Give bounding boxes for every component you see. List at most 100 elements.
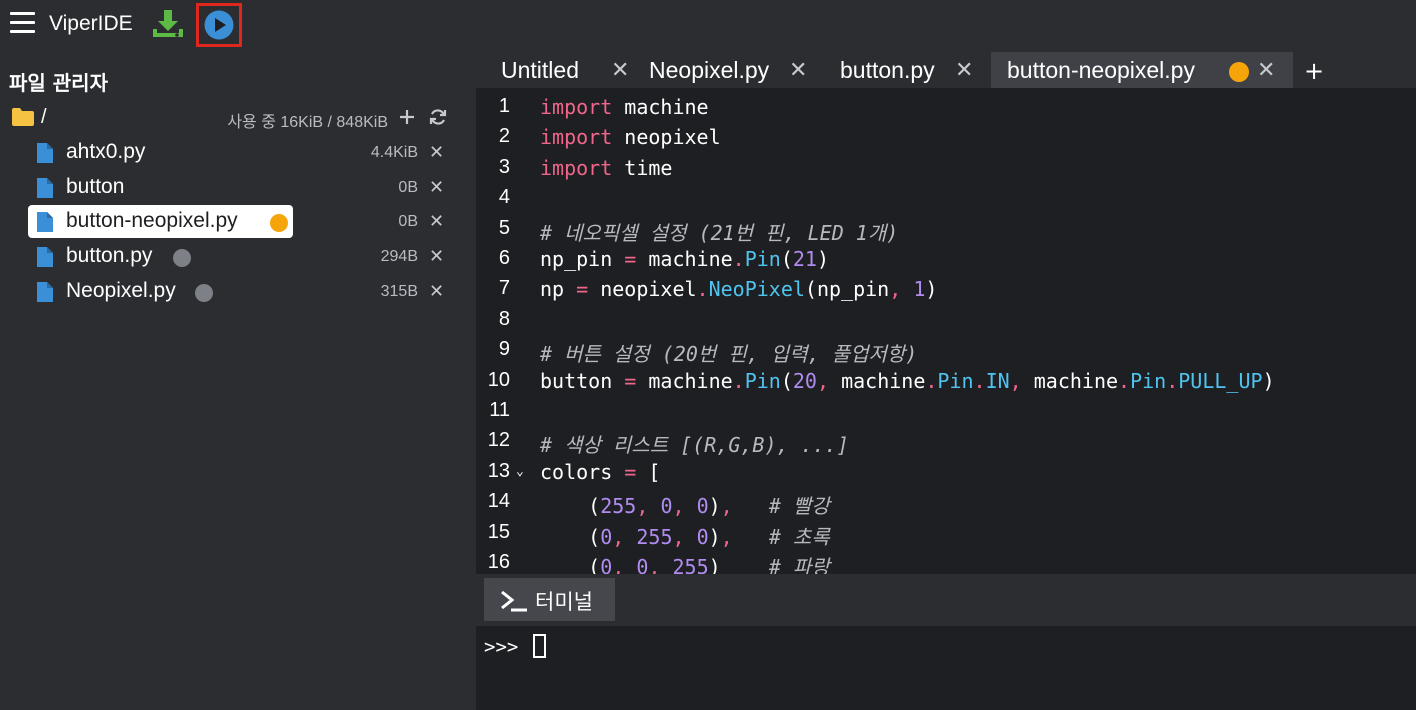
line-number: 2: [498, 125, 510, 148]
terminal-label: 터미널: [535, 590, 593, 614]
tab-close-icon[interactable]: ✕: [611, 57, 629, 83]
code-line: 8: [476, 308, 1416, 338]
line-number: 14: [487, 490, 510, 513]
file-row-neopixel-py[interactable]: Neopixel.py 315B ✕: [0, 275, 476, 308]
terminal-console[interactable]: >>>: [476, 626, 1416, 710]
file-row-ahtx0[interactable]: ahtx0.py 4.4KiB ✕: [0, 136, 476, 169]
code-line: 10 button = machine.Pin(20, machine.Pin.I…: [476, 369, 1416, 399]
delete-file-icon[interactable]: ✕: [429, 177, 444, 198]
line-number: 8: [498, 307, 510, 330]
code-line: 13 ⌄ colors = [: [476, 460, 1416, 490]
code-text: colors = [: [540, 459, 661, 484]
code-line: 16 (0, 0, 255) # 파랑: [476, 551, 1416, 574]
hamburger-menu-icon[interactable]: [10, 12, 35, 34]
modified-dot-icon: [1229, 62, 1249, 82]
add-file-icon[interactable]: [397, 107, 417, 127]
file-name: button: [66, 175, 125, 198]
file-size: 0B: [398, 213, 418, 230]
line-number: 4: [498, 186, 510, 209]
folder-icon: [11, 107, 35, 131]
code-line: 1 import machine: [476, 95, 1416, 125]
terminal-header: 터미널: [476, 574, 1416, 626]
code-line: 3 import time: [476, 156, 1416, 186]
code-text: np = neopixel.NeoPixel(np_pin, 1): [540, 277, 938, 302]
tab-close-icon[interactable]: ✕: [1257, 57, 1275, 83]
line-number: 5: [498, 216, 510, 239]
refresh-icon[interactable]: [428, 107, 448, 127]
code-text: import machine: [540, 95, 709, 119]
file-icon: [37, 178, 53, 198]
tab-neopixel-py[interactable]: Neopixel.py ✕: [638, 52, 818, 88]
file-size: 4.4KiB: [370, 144, 418, 161]
terminal-prompt: >>>: [484, 636, 519, 658]
fold-chevron-icon[interactable]: ⌄: [516, 464, 524, 479]
code-text: # 버튼 설정 (20번 핀, 입력, 풀업저항): [540, 342, 918, 367]
tab-button-py[interactable]: button.py ✕: [828, 52, 978, 88]
code-line: 15 (0, 255, 0), # 초록: [476, 521, 1416, 551]
file-row-button-py[interactable]: button.py 294B ✕: [0, 240, 476, 273]
modified-dot-icon: [270, 214, 288, 232]
line-number: 7: [498, 277, 510, 300]
line-number: 9: [498, 338, 510, 361]
root-path-label: /: [41, 106, 47, 128]
line-number: 15: [487, 520, 510, 543]
open-dot-icon: [173, 249, 191, 267]
file-size: 315B: [380, 283, 418, 300]
file-icon: [37, 282, 53, 302]
file-icon: [37, 143, 53, 163]
line-number: 10: [487, 368, 510, 391]
line-number: 13: [487, 459, 510, 482]
file-row-button[interactable]: button 0B ✕: [0, 171, 476, 204]
file-size: 294B: [380, 248, 418, 265]
file-manager-title: 파일 관리자: [9, 71, 108, 95]
code-line: 6 np_pin = machine.Pin(21): [476, 247, 1416, 277]
line-number: 1: [498, 95, 510, 117]
code-line: 4: [476, 186, 1416, 216]
file-size: 0B: [398, 179, 418, 196]
code-line: 2 import neopixel: [476, 125, 1416, 155]
code-line: 11: [476, 399, 1416, 429]
delete-file-icon[interactable]: ✕: [429, 142, 444, 163]
line-number: 16: [487, 551, 510, 573]
file-name: button-neopixel.py: [66, 209, 238, 232]
line-number: 6: [498, 247, 510, 269]
storage-usage: 사용 중 16KiB / 848KiB: [227, 114, 388, 131]
code-text: import time: [540, 155, 673, 180]
file-icon: [37, 247, 53, 267]
tab-label: Neopixel.py: [649, 57, 770, 83]
file-icon: [37, 212, 53, 232]
file-name: Neopixel.py: [66, 279, 176, 302]
code-line: 5 # 네오픽셀 설정 (21번 핀, LED 1개): [476, 217, 1416, 247]
tab-label: button.py: [840, 57, 935, 83]
play-icon[interactable]: [203, 9, 235, 41]
file-name: button.py: [66, 244, 153, 267]
line-number: 12: [487, 429, 510, 452]
open-dot-icon: [195, 284, 213, 302]
file-row-button-neopixel[interactable]: button-neopixel.py 0B ✕: [0, 205, 476, 238]
code-line: 9 # 버튼 설정 (20번 핀, 입력, 풀업저항): [476, 338, 1416, 368]
delete-file-icon[interactable]: ✕: [429, 211, 444, 232]
delete-file-icon[interactable]: ✕: [429, 246, 444, 267]
line-number: 11: [489, 399, 510, 421]
code-line: 12 # 색상 리스트 [(R,G,B), ...]: [476, 429, 1416, 459]
code-text: # 네오픽셀 설정 (21번 핀, LED 1개): [540, 220, 899, 245]
tab-label: button-neopixel.py: [1007, 57, 1195, 83]
code-text: (255, 0, 0), # 빨강: [540, 494, 830, 519]
tab-untitled[interactable]: Untitled ✕: [490, 52, 629, 88]
tab-terminal[interactable]: 터미널: [484, 578, 615, 621]
code-text: np_pin = machine.Pin(21): [540, 247, 830, 271]
tab-label: Untitled: [501, 57, 579, 83]
add-tab-button[interactable]: +: [1304, 57, 1324, 85]
top-bar: ViperIDE: [0, 0, 476, 50]
code-editor[interactable]: 1 import machine 2 import neopixel 3 import t…: [476, 88, 1416, 574]
tab-close-icon[interactable]: ✕: [955, 57, 973, 83]
delete-file-icon[interactable]: ✕: [429, 281, 444, 302]
editor-tab-bar: Untitled ✕ Neopixel.py ✕ button.py ✕ but…: [476, 50, 1416, 88]
root-folder-row[interactable]: / 사용 중 16KiB / 848KiB: [0, 101, 476, 133]
code-text: (0, 0, 255) # 파랑: [540, 555, 830, 574]
tab-close-icon[interactable]: ✕: [789, 57, 807, 83]
tab-button-neopixel-py[interactable]: button-neopixel.py ✕: [991, 52, 1293, 88]
download-icon[interactable]: [150, 6, 186, 42]
code-line: 7 np = neopixel.NeoPixel(np_pin, 1): [476, 277, 1416, 307]
line-number: 3: [498, 155, 510, 178]
